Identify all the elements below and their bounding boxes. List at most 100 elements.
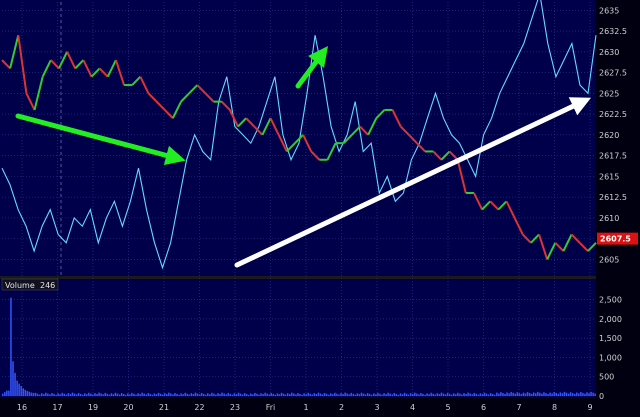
volume-bar — [487, 394, 490, 396]
volume-bar — [86, 394, 88, 396]
price-tick-label: 2605 — [599, 255, 619, 264]
volume-bar — [217, 393, 219, 396]
volume-bar — [565, 392, 568, 396]
volume-bar — [473, 392, 475, 396]
time-tick-label: 23 — [230, 403, 240, 412]
volume-bar — [280, 392, 283, 396]
time-tick-label: 3 — [374, 403, 379, 412]
volume-bar — [10, 297, 12, 396]
volume-bar — [168, 392, 170, 396]
volume-bar — [237, 392, 240, 396]
volume-bar — [576, 392, 578, 396]
volume-bar — [57, 393, 59, 396]
volume-bar — [305, 394, 307, 396]
volume-bar — [442, 393, 445, 396]
volume-bar — [100, 393, 102, 396]
volume-bar — [24, 389, 27, 396]
volume-bar — [45, 392, 47, 396]
volume-bar — [489, 393, 492, 396]
volume-bar — [315, 394, 318, 396]
volume-bar — [475, 393, 478, 396]
volume-tick-label: 1,500 — [599, 334, 622, 343]
volume-bar — [446, 392, 449, 396]
volume-bar — [122, 393, 125, 396]
volume-bar — [532, 392, 535, 396]
volume-bar — [264, 392, 266, 396]
volume-bar — [319, 393, 322, 396]
volume-bar — [479, 393, 482, 396]
volume-bar — [352, 393, 355, 396]
volume-bar — [457, 392, 459, 396]
volume-bar — [545, 393, 547, 396]
volume-bar — [32, 392, 35, 396]
volume-bar — [108, 394, 111, 396]
volume-bar — [551, 393, 553, 396]
volume-bar — [256, 393, 258, 396]
volume-bar — [65, 394, 68, 396]
volume-bar — [346, 393, 348, 396]
volume-bar — [407, 394, 410, 396]
price-tick-label: 2617.5 — [599, 152, 627, 161]
volume-bar — [494, 394, 496, 396]
price-tick-label: 2622.5 — [599, 110, 627, 119]
volume-bar — [81, 394, 84, 396]
volume-bar — [381, 394, 383, 396]
volume-bar — [471, 394, 473, 396]
volume-bar — [586, 392, 588, 396]
volume-bar — [43, 394, 45, 396]
time-tick-label: 17 — [52, 403, 62, 412]
price-tick-label: 2612.5 — [599, 193, 627, 202]
price-tick-label: 2630 — [599, 48, 619, 57]
volume-bar — [528, 392, 531, 396]
volume-bar — [389, 393, 391, 396]
volume-bar — [94, 393, 96, 396]
volume-bar — [243, 393, 246, 396]
volume-bar — [127, 393, 129, 396]
volume-bar — [67, 393, 70, 396]
volume-bar — [245, 393, 248, 396]
volume-tick-label: 2,000 — [599, 315, 622, 324]
volume-bar — [539, 392, 541, 396]
volume-bar — [207, 393, 209, 396]
volume-bar — [71, 392, 74, 396]
volume-bar — [412, 394, 414, 396]
volume-bar — [405, 393, 408, 396]
volume-bar — [260, 393, 262, 396]
volume-bar — [418, 394, 420, 396]
volume-bar — [428, 394, 430, 396]
volume-bar — [469, 393, 471, 396]
volume-bar — [541, 393, 543, 396]
volume-bar — [383, 393, 385, 396]
volume-bar — [131, 392, 133, 396]
volume-bar — [90, 393, 92, 396]
volume-bar — [192, 394, 195, 396]
volume-bar — [209, 394, 211, 396]
time-tick-label: 9 — [587, 403, 592, 412]
volume-bar — [204, 394, 207, 396]
volume-bar — [186, 393, 188, 396]
volume-bar — [375, 394, 377, 396]
volume-bar — [102, 394, 104, 396]
volume-bar — [178, 394, 180, 396]
volume-bar — [153, 393, 156, 396]
volume-bar — [401, 394, 404, 396]
time-tick-label: 4 — [410, 403, 415, 412]
volume-bar — [334, 392, 336, 396]
volume-bar — [163, 393, 166, 396]
volume-bar — [309, 393, 311, 396]
volume-bar — [266, 393, 268, 396]
volume-bar — [172, 394, 174, 396]
volume-bar — [481, 394, 484, 396]
volume-bar — [28, 391, 31, 396]
volume-bar — [409, 393, 412, 396]
volume-bar — [104, 392, 106, 396]
volume-bar — [311, 394, 314, 396]
volume-bar — [295, 394, 297, 396]
volume-bar — [571, 393, 574, 396]
volume-bar — [20, 385, 22, 396]
volume-bar — [268, 394, 270, 396]
volume-bar — [483, 392, 486, 396]
volume-bar — [504, 393, 506, 396]
volume-bar — [30, 392, 33, 396]
volume-bar — [397, 394, 400, 396]
